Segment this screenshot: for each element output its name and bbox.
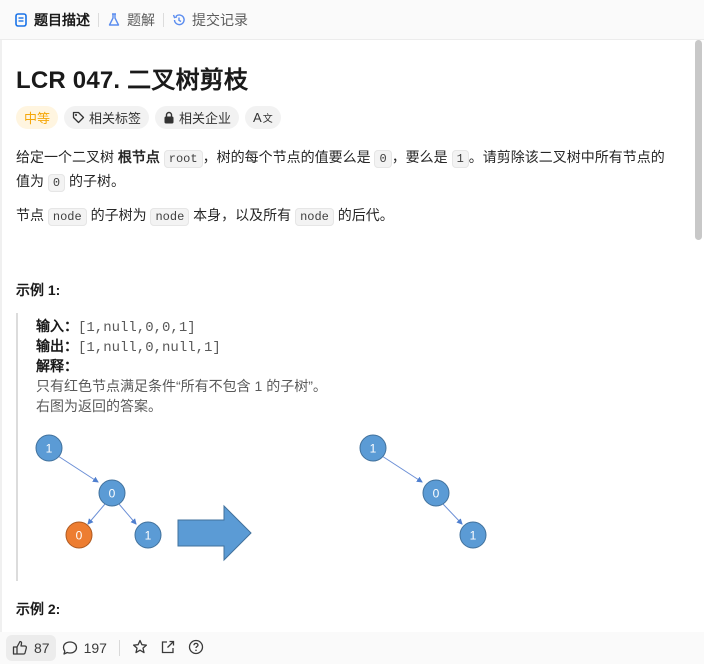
- related-tags-label: 相关标签: [89, 111, 142, 126]
- flask-icon: [107, 12, 121, 27]
- inline-code: 1: [451, 150, 469, 168]
- tab-divider: [163, 12, 164, 27]
- related-companies-button[interactable]: 相关企业: [155, 106, 240, 129]
- problem-description-panel: LCR 047. 二叉树剪枝 中等 相关标签 相关企业 A文 给定一个二叉树 根…: [2, 40, 692, 632]
- text: 的后代。: [333, 207, 394, 223]
- scrollbar-thumb[interactable]: [695, 40, 702, 240]
- difficulty-badge: 中等: [16, 106, 59, 129]
- svg-text:1: 1: [46, 442, 53, 456]
- favorite-button[interactable]: [126, 635, 154, 661]
- text: 的子树。: [65, 173, 125, 189]
- tree-node: 1: [359, 434, 387, 462]
- tree-node: 1: [459, 521, 487, 549]
- inline-code: 0: [47, 174, 66, 192]
- tab-solutions-label: 题解: [127, 11, 155, 28]
- text: 本身，以及所有: [189, 207, 296, 223]
- inline-code: node: [150, 208, 190, 226]
- tab-description[interactable]: 题目描述: [14, 0, 90, 40]
- related-companies-label: 相关企业: [179, 111, 232, 126]
- comments-button[interactable]: 197: [56, 635, 113, 661]
- inline-code: root: [163, 150, 203, 168]
- tab-submissions[interactable]: 提交记录: [172, 0, 248, 40]
- inline-code: node: [47, 208, 87, 226]
- svg-text:1: 1: [145, 529, 152, 543]
- translate-glyph: 文: [262, 114, 273, 125]
- tree-edge: [118, 503, 137, 525]
- bottom-action-bar: 87 197: [0, 632, 704, 664]
- tree-edge: [57, 455, 99, 483]
- thumbs-up-icon: [12, 640, 28, 656]
- tree-node: 1: [35, 434, 63, 462]
- bottom-divider: [118, 640, 120, 656]
- share-button[interactable]: [154, 635, 182, 661]
- tree-edge: [87, 503, 106, 525]
- svg-text:0: 0: [433, 487, 440, 501]
- tree-node: 0: [422, 479, 450, 507]
- related-tags-button[interactable]: 相关标签: [64, 106, 150, 129]
- tag-row: 中等 相关标签 相关企业 A文: [16, 106, 281, 129]
- tab-divider: [98, 12, 99, 27]
- text: 节点: [16, 207, 48, 223]
- problem-title: LCR 047. 二叉树剪枝: [16, 67, 249, 94]
- external-link-icon: [160, 639, 176, 658]
- text: ，树的每个节点的值要么是: [202, 149, 375, 165]
- help-button[interactable]: [182, 635, 210, 661]
- comment-count: 197: [83, 640, 107, 656]
- svg-text:0: 0: [76, 529, 83, 543]
- comment-icon: [62, 640, 78, 656]
- example-2-heading: 示例 2:: [16, 601, 61, 617]
- example-output: 输出：[1,null,0,null,1]: [36, 336, 221, 358]
- tree-node: 0: [98, 479, 126, 507]
- text: 的子树为: [86, 207, 151, 223]
- tab-description-label: 题目描述: [34, 11, 90, 28]
- example-input: 输入：[1,null,0,0,1]: [36, 316, 196, 338]
- explain-label: 解释：: [36, 358, 78, 374]
- history-icon: [172, 13, 186, 27]
- tree-edge: [442, 503, 463, 525]
- input-value: [1,null,0,0,1]: [78, 320, 196, 336]
- lock-icon: [163, 111, 175, 124]
- inline-code: node: [295, 208, 334, 226]
- text: 给定一个二叉树: [16, 149, 118, 165]
- translate-button[interactable]: A文: [245, 106, 281, 129]
- example-explain-line-1: 只有红色节点满足条件“所有不包含 1 的子树”。: [36, 378, 327, 394]
- example-explain-line-2: 右图为返回的答案。: [36, 398, 162, 414]
- translate-icon: A: [253, 110, 262, 125]
- transform-arrow: [177, 504, 252, 562]
- question-circle-icon: [188, 639, 204, 658]
- tag-icon: [72, 111, 85, 124]
- description-paragraph-2: 节点 node 的子树为 node 本身，以及所有 node 的后代。: [16, 204, 676, 228]
- svg-text:1: 1: [370, 442, 377, 456]
- inline-code: 0: [374, 150, 392, 168]
- bold-text: 根节点: [117, 149, 160, 165]
- star-icon: [132, 639, 148, 658]
- output-label: 输出：: [36, 338, 78, 354]
- svg-text:1: 1: [470, 529, 477, 543]
- example-explain-label: 解释：: [36, 356, 78, 376]
- tree-edge: [381, 455, 423, 483]
- output-value: [1,null,0,null,1]: [78, 340, 221, 356]
- example-1-heading: 示例 1:: [16, 282, 61, 298]
- description-paragraph-1: 给定一个二叉树 根节点 root ，树的每个节点的值要么是 0 ，要么是 1 。请剪除…: [16, 146, 676, 194]
- tab-solutions[interactable]: 题解: [107, 0, 155, 40]
- tree-node: 1: [134, 521, 162, 549]
- input-label: 输入：: [36, 318, 78, 334]
- like-count: 87: [34, 640, 50, 656]
- description-icon: [14, 12, 28, 27]
- example-1-tree-figure: 1 0 0 1 1 0 1: [35, 434, 487, 562]
- svg-text:0: 0: [109, 487, 116, 501]
- tree-node-pruned: 0: [65, 521, 93, 549]
- text: ，要么是: [391, 149, 452, 165]
- tab-submissions-label: 提交记录: [192, 11, 248, 28]
- tab-bar: 题目描述 题解 提交记录: [0, 0, 704, 40]
- like-button[interactable]: 87: [6, 635, 56, 661]
